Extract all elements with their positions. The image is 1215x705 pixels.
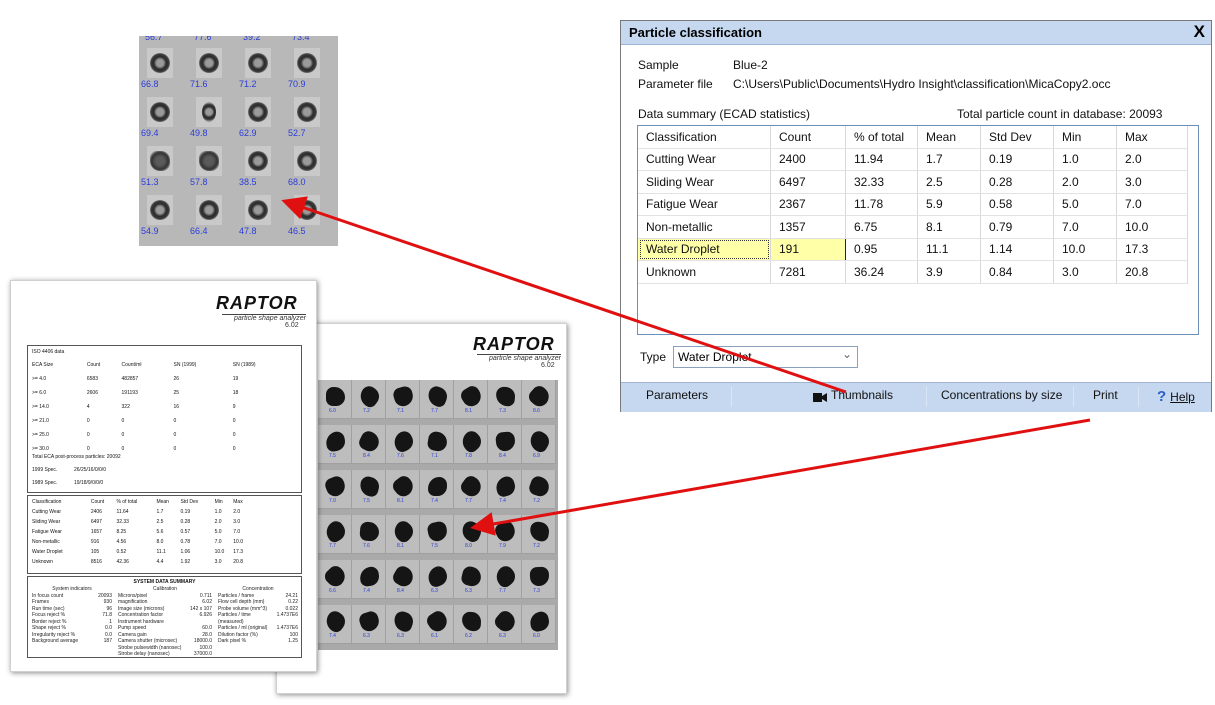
arrow-to-thumbnails	[281, 196, 847, 394]
arrow-to-report-images	[470, 418, 1091, 536]
annotation-arrows	[281, 196, 1091, 536]
